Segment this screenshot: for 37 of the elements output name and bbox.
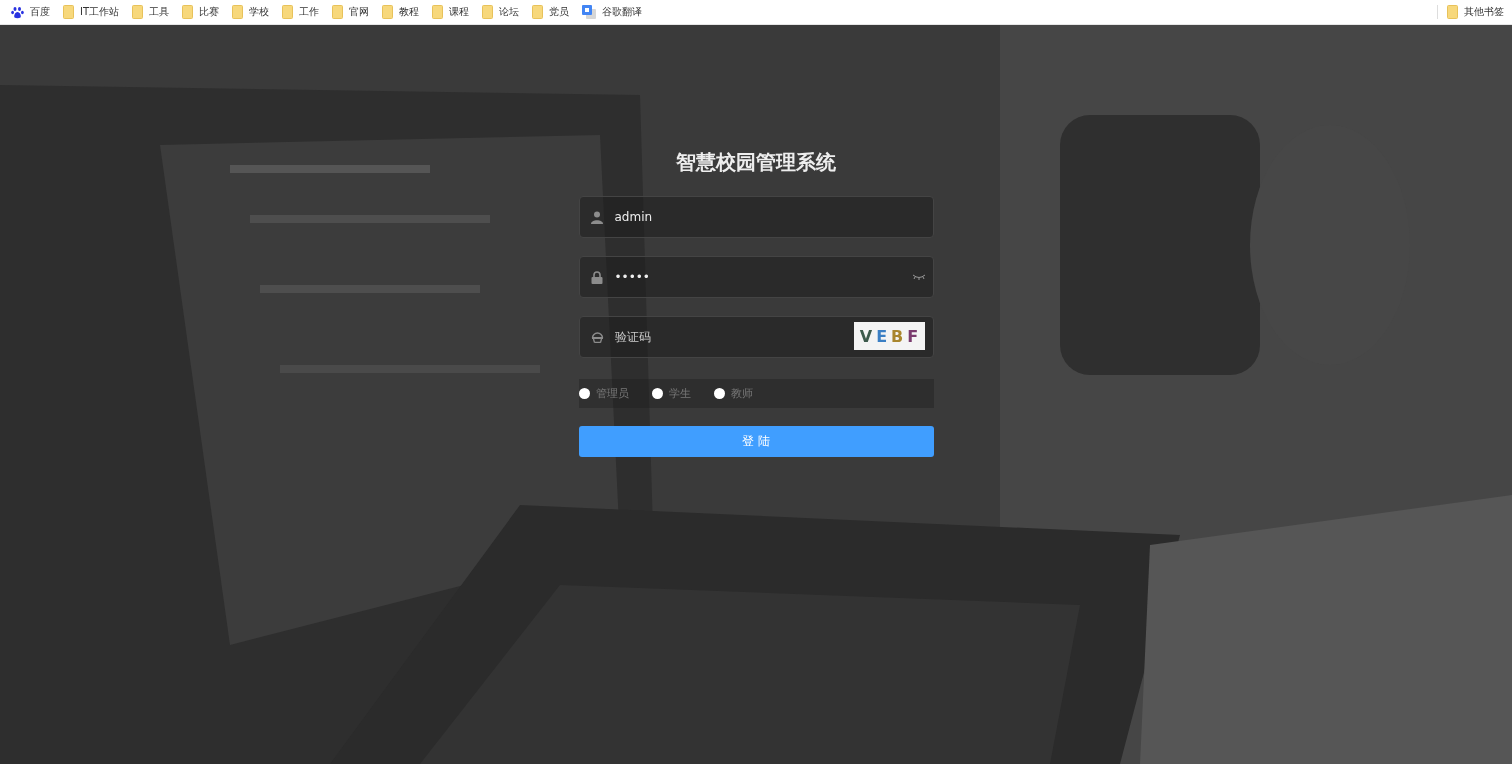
bookmark[interactable]: 谷歌翻译 bbox=[582, 5, 643, 19]
login-title: 智慧校园管理系统 bbox=[676, 149, 836, 176]
folder-icon bbox=[182, 5, 194, 19]
folder-icon bbox=[482, 5, 494, 19]
folder-icon bbox=[232, 5, 244, 19]
bookmark[interactable]: IT工作站 bbox=[63, 5, 120, 19]
folder-icon bbox=[432, 5, 444, 19]
bookmark[interactable]: 官网 bbox=[332, 5, 370, 19]
translate-icon bbox=[582, 5, 597, 19]
captcha-letter: F bbox=[907, 326, 919, 346]
user-icon bbox=[590, 211, 603, 224]
bookmark[interactable]: 工作 bbox=[282, 5, 320, 19]
bookmark[interactable]: 党员 bbox=[532, 5, 570, 19]
input-field[interactable]: ••••• bbox=[578, 256, 934, 298]
folder-icon bbox=[332, 5, 344, 19]
bookmark[interactable]: 比赛 bbox=[182, 5, 220, 19]
bookmark[interactable]: 其他书签 bbox=[1447, 5, 1504, 19]
input-field[interactable]: admin bbox=[578, 196, 934, 238]
bookmark[interactable]: 工具 bbox=[132, 5, 170, 19]
folder-icon bbox=[532, 5, 544, 19]
bookmark[interactable]: 百度 bbox=[11, 5, 50, 19]
folder-icon bbox=[1447, 5, 1458, 19]
closed-eye-icon[interactable] bbox=[911, 274, 926, 280]
lock-icon bbox=[590, 271, 603, 284]
folder-icon bbox=[63, 5, 74, 19]
bookmark[interactable]: 学校 bbox=[232, 5, 270, 19]
captcha-letter: E bbox=[876, 326, 888, 346]
captcha-letter: B bbox=[891, 326, 904, 346]
bookmark[interactable]: 论坛 bbox=[482, 5, 520, 19]
bookmark[interactable]: 课程 bbox=[432, 5, 470, 19]
captcha-image[interactable]: V E B F bbox=[853, 322, 925, 350]
paw-icon bbox=[11, 5, 24, 19]
folder-icon bbox=[382, 5, 394, 19]
bookmark[interactable]: 教程 bbox=[382, 5, 420, 19]
folder-icon bbox=[282, 5, 294, 19]
captcha-letter: V bbox=[859, 326, 873, 346]
folder-icon bbox=[132, 5, 144, 19]
